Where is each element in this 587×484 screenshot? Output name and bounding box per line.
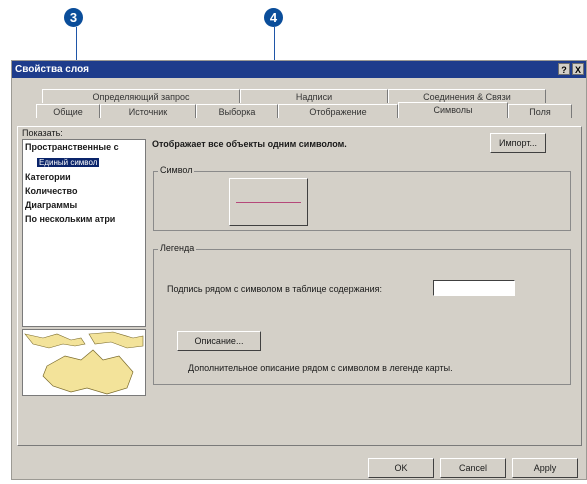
- help-button[interactable]: ?: [558, 63, 570, 75]
- close-button[interactable]: X: [572, 63, 584, 75]
- legend-label: Подпись рядом с символом в таблице содер…: [167, 284, 383, 294]
- import-button[interactable]: Импорт...: [490, 133, 546, 153]
- symbol-button[interactable]: [229, 178, 308, 226]
- apply-button[interactable]: Apply: [512, 458, 578, 478]
- symbol-group-title: Символ: [158, 165, 195, 175]
- callout-3-badge: 3: [64, 8, 83, 27]
- tab-display[interactable]: Отображение: [278, 104, 398, 118]
- legend-group-title: Легенда: [158, 243, 197, 253]
- legend-label-field[interactable]: [433, 280, 515, 296]
- renderer-description: Отображает все объекты одним символом.: [152, 139, 347, 149]
- tab-symbology[interactable]: Символы: [398, 102, 508, 118]
- tab-general[interactable]: Общие: [36, 104, 100, 118]
- tab-selection[interactable]: Выборка: [196, 104, 278, 118]
- show-label: Показать:: [22, 128, 63, 138]
- window-title: Свойства слоя: [15, 64, 89, 75]
- ok-button[interactable]: OK: [368, 458, 434, 478]
- tab-definition-query[interactable]: Определяющий запрос: [42, 89, 240, 103]
- description-button[interactable]: Описание...: [177, 331, 261, 351]
- callout-4-badge: 4: [264, 8, 283, 27]
- title-bar: Свойства слоя ? X: [12, 61, 586, 78]
- tree-item-charts[interactable]: Диаграммы: [25, 200, 77, 210]
- tab-joins-relates[interactable]: Соединения & Связи: [388, 89, 546, 103]
- tree-item-features[interactable]: Пространственные с: [25, 142, 119, 152]
- cancel-button[interactable]: Cancel: [440, 458, 506, 478]
- symbol-group: [153, 171, 571, 231]
- symbol-line-preview: [236, 202, 301, 203]
- preview-map-image: [22, 329, 146, 396]
- tab-source[interactable]: Источник: [100, 104, 196, 118]
- tree-item-single-symbol[interactable]: Единый символ: [37, 158, 100, 167]
- renderer-tree: Пространственные с Единый символ Категор…: [22, 139, 146, 327]
- layer-properties-window: Свойства слоя ? X Определяющий запрос На…: [11, 60, 587, 480]
- tab-fields[interactable]: Поля: [508, 104, 572, 118]
- tab-labels[interactable]: Надписи: [240, 89, 388, 103]
- description-note: Дополнительное описание рядом с символом…: [188, 363, 453, 373]
- tree-item-quantities[interactable]: Количество: [25, 186, 77, 196]
- tree-item-multiple-attributes[interactable]: По нескольким атри: [25, 214, 115, 224]
- tree-item-categories[interactable]: Категории: [25, 172, 71, 182]
